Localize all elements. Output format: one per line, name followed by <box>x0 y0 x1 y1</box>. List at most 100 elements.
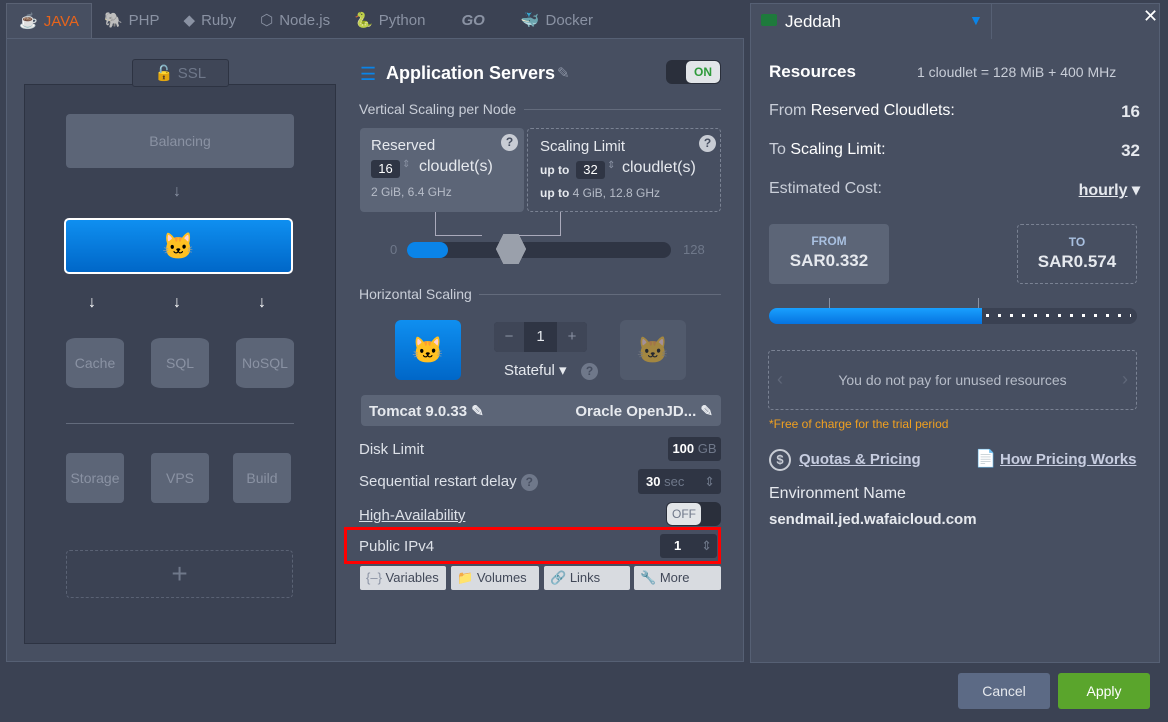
stack-version-bar: Tomcat 9.0.33 ✎ Oracle OpenJD... ✎ <box>361 395 721 426</box>
price-from: FROM SAR0.332 <box>769 224 889 284</box>
quotas-pricing-link[interactable]: Quotas & Pricing <box>799 451 921 468</box>
region-selector[interactable]: Jeddah ▼ <box>750 3 992 39</box>
arrow-down-icon: ↓ <box>173 183 181 200</box>
app-server-node[interactable]: 🐱 <box>64 218 293 274</box>
arrow-down-icon: ↓ <box>258 294 266 311</box>
tomcat-node-button[interactable]: 🐱 <box>395 320 461 380</box>
edit-icon: ✎ <box>471 403 484 420</box>
build-node[interactable]: Build <box>233 453 291 503</box>
node-count-stepper[interactable]: − 1 + <box>494 322 587 352</box>
sql-node[interactable]: SQL <box>151 338 209 388</box>
decrement-button[interactable]: − <box>494 322 524 352</box>
tab-ruby[interactable]: ◆ Ruby <box>172 3 249 39</box>
restart-label: Sequential restart delay ? <box>359 473 538 491</box>
tomcat-icon: 🐱 <box>411 335 445 365</box>
tab-php[interactable]: 🐘 PHP <box>92 3 172 39</box>
cache-node[interactable]: Cache <box>66 338 124 388</box>
dollar-icon: $ <box>769 449 791 471</box>
cancel-button[interactable]: Cancel <box>958 673 1050 709</box>
spinner-icon[interactable]: ⇕ <box>701 534 712 558</box>
ipv4-label: Public IPv4 <box>359 538 435 555</box>
engine-tabs: ☕ JAVA 🐘 PHP ◆ Ruby ⬡ Node.js 🐍 Python GO 🐳 Do… <box>6 3 605 39</box>
document-icon: 📄 <box>975 449 997 468</box>
how-pricing-works-link[interactable]: How Pricing Works <box>1000 451 1136 468</box>
app-toggle[interactable]: ON <box>666 60 721 84</box>
info-carousel: ‹ You do not pay for unused resources › <box>768 350 1137 410</box>
reserved-input[interactable]: 16 <box>371 160 400 178</box>
apply-button[interactable]: Apply <box>1058 673 1150 709</box>
section-label: Horizontal Scaling <box>359 286 472 302</box>
volumes-button[interactable]: 📁 Volumes <box>451 566 539 590</box>
spinner-icon[interactable]: ⇕ <box>704 469 715 494</box>
ipv4-input[interactable]: 1 ⇕ <box>660 534 717 558</box>
tab-docker[interactable]: 🐳 Docker <box>509 3 605 39</box>
layers-icon: ☰ <box>360 64 377 84</box>
cloudlet-slider[interactable] <box>407 242 671 258</box>
engine-version[interactable]: Oracle OpenJD... ✎ <box>575 402 713 420</box>
python-icon: 🐍 <box>354 12 373 29</box>
ruby-icon: ◆ <box>183 12 196 29</box>
disk-label: Disk Limit <box>359 441 425 458</box>
scaling-limit-box: Scaling Limit ? up to 32 ⇕ cloudlet(s) u… <box>527 128 721 212</box>
connector <box>435 212 482 236</box>
arrow-down-icon: ↓ <box>173 294 181 311</box>
environment-name[interactable]: sendmail.jed.wafaicloud.com <box>769 511 977 528</box>
help-icon[interactable]: ? <box>581 363 598 380</box>
close-icon[interactable]: ✕ <box>1143 6 1158 27</box>
increment-button[interactable]: + <box>557 322 587 352</box>
edit-icon: ✎ <box>700 403 713 420</box>
ssl-button[interactable]: 🔓 SSL <box>132 59 229 87</box>
links-button[interactable]: 🔗 Links <box>544 566 630 590</box>
folder-icon: 📁 <box>457 570 474 585</box>
connector <box>503 212 561 236</box>
tab-python[interactable]: 🐍 Python <box>342 3 437 39</box>
tomcat-icon: 🐱 <box>636 335 670 365</box>
docker-icon: 🐳 <box>520 12 540 29</box>
mode-dropdown[interactable]: Stateful ▾ <box>504 361 567 379</box>
price-to: TO SAR0.574 <box>1017 224 1137 284</box>
server-version[interactable]: Tomcat 9.0.33 ✎ <box>369 402 484 420</box>
page-title: Application Servers <box>386 63 556 83</box>
braces-icon: {–} <box>366 570 382 585</box>
spinner-icon[interactable]: ⇕ <box>607 160 615 171</box>
help-icon[interactable]: ? <box>699 135 716 152</box>
nosql-node[interactable]: NoSQL <box>236 338 294 388</box>
tab-nodejs[interactable]: ⬡ Node.js <box>248 3 342 39</box>
add-node-button[interactable]: + <box>66 550 293 598</box>
reserved-box: Reserved ? 16 ⇕ cloudlet(s) 2 GiB, 6.4 G… <box>360 128 524 212</box>
java-icon: ☕ <box>19 12 38 30</box>
more-button[interactable]: 🔧 More <box>634 566 721 590</box>
limit-input[interactable]: 32 <box>576 161 605 179</box>
tomcat-icon: 🐱 <box>162 230 195 261</box>
tab-java[interactable]: ☕ JAVA <box>6 3 92 39</box>
chevron-left-icon[interactable]: ‹ <box>777 369 783 390</box>
help-icon[interactable]: ? <box>520 474 538 491</box>
high-availability-link[interactable]: High-Availability <box>359 507 465 524</box>
balancing-node[interactable]: Balancing <box>66 114 294 168</box>
divider <box>479 294 721 295</box>
vps-node[interactable]: VPS <box>151 453 209 503</box>
edit-icon[interactable]: ✎ <box>557 64 570 82</box>
storage-node[interactable]: Storage <box>66 453 124 503</box>
divider <box>66 423 294 424</box>
tab-go[interactable]: GO <box>437 3 508 39</box>
ha-toggle[interactable]: OFF <box>666 502 721 526</box>
wrench-icon: 🔧 <box>640 570 657 585</box>
link-icon: 🔗 <box>550 570 567 585</box>
restart-delay-input[interactable]: 30 sec ⇕ <box>638 469 721 494</box>
flag-icon <box>761 14 777 26</box>
spinner-icon[interactable]: ⇕ <box>402 159 410 170</box>
chevron-right-icon[interactable]: › <box>1122 369 1128 390</box>
add-tomcat-node[interactable]: 🐱 <box>620 320 686 380</box>
section-label: Vertical Scaling per Node <box>359 101 517 117</box>
php-icon: 🐘 <box>103 12 123 29</box>
nodejs-icon: ⬡ <box>260 12 274 29</box>
disk-limit-input[interactable]: 100 GB <box>668 437 721 461</box>
caret-down-icon: ▾ <box>1131 182 1140 199</box>
cost-period-dropdown[interactable]: hourly ▾ <box>1079 180 1140 200</box>
caret-down-icon: ▼ <box>969 12 983 28</box>
variables-button[interactable]: {–} Variables <box>360 566 446 590</box>
help-icon[interactable]: ? <box>501 134 518 151</box>
divider <box>524 109 721 110</box>
price-bar <box>769 308 1137 324</box>
